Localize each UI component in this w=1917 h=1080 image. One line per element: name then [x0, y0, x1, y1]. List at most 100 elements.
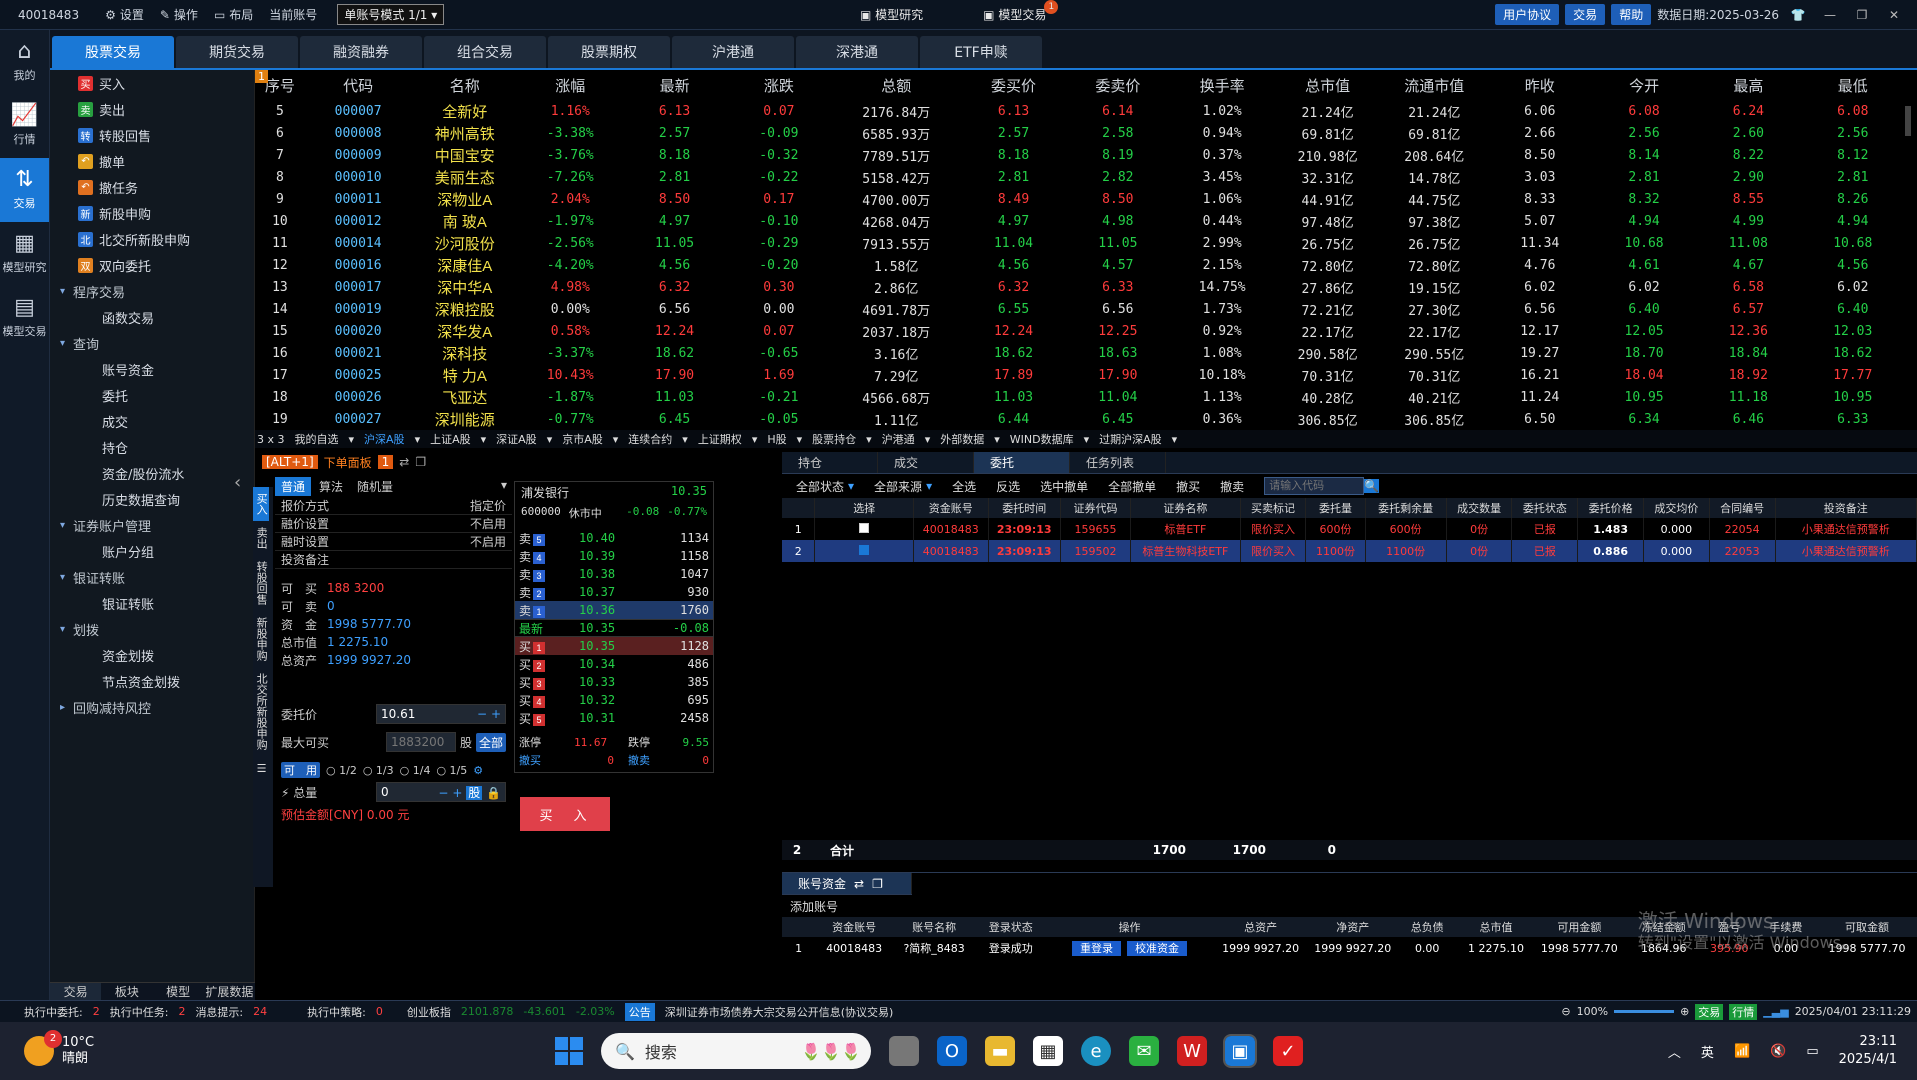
zoom-in-icon[interactable]: ⊕: [1680, 1005, 1689, 1018]
account-header-cell[interactable]: [782, 917, 816, 937]
tree-subitem[interactable]: 成交: [50, 408, 254, 434]
ask-level[interactable]: 卖 2 10.37 930: [515, 583, 713, 601]
tab-etf[interactable]: ETF申赎: [920, 36, 1042, 68]
nav-model-research[interactable]: ▦ 模型研究: [0, 222, 49, 286]
store-icon[interactable]: ▦: [1033, 1036, 1063, 1066]
quote-header-cell[interactable]: 最低: [1801, 70, 1905, 100]
menu-icon[interactable]: ☰: [253, 756, 269, 781]
quote-category-tab[interactable]: 沪港通: [882, 431, 915, 447]
order-cell[interactable]: [814, 518, 915, 540]
outlook-icon[interactable]: O: [937, 1036, 967, 1066]
quote-row[interactable]: 15 000020 深华发A 0.58% 12.24 0.07 2037.18万 12.24 1…: [255, 320, 1905, 342]
tab-futures[interactable]: 期货交易: [176, 36, 298, 68]
tree-bottom-tab[interactable]: 交易: [50, 983, 102, 1000]
orders-toolbar-item[interactable]: 全选: [952, 478, 976, 495]
settings-menu[interactable]: ⚙ 设置: [105, 6, 144, 23]
dropdown-icon[interactable]: ▾: [613, 433, 619, 446]
notice-text[interactable]: 深圳证券市场债券大宗交易公开信息(协议交易): [665, 1004, 894, 1020]
tab-sh-hk[interactable]: 沪港通: [672, 36, 794, 68]
red-app-icon[interactable]: ✓: [1273, 1036, 1303, 1066]
popout-icon[interactable]: ❐: [872, 877, 883, 891]
quote-header-cell[interactable]: 换手率: [1170, 70, 1274, 100]
account-header-cell[interactable]: 操作: [1046, 917, 1213, 937]
relogin-button[interactable]: 重登录: [1072, 941, 1122, 956]
dropdown-icon[interactable]: ▾: [797, 433, 803, 446]
ask-level[interactable]: 卖 1 10.36 1760: [515, 601, 713, 619]
minus-icon[interactable]: −: [438, 786, 448, 800]
setting-row[interactable]: 投资备注: [275, 551, 512, 569]
quote-header-cell[interactable]: 流通市值: [1381, 70, 1488, 100]
ratio-option[interactable]: ○ 1/4: [400, 764, 431, 777]
dropdown-icon[interactable]: ▾: [481, 433, 487, 446]
quote-header-cell[interactable]: 今开: [1592, 70, 1696, 100]
quote-row[interactable]: 6 000008 神州高铁 -3.38% 2.57 -0.09 6585.93万 2.57 2.…: [255, 122, 1905, 144]
ratio-option[interactable]: ○ 1/5: [436, 764, 467, 777]
orders-tab[interactable]: 委托: [974, 452, 1070, 473]
account-header-cell[interactable]: 登录状态: [975, 917, 1047, 937]
tree-item[interactable]: ↶ 撤任务: [50, 174, 254, 200]
bid-level[interactable]: 买 2 10.34 486: [515, 655, 713, 673]
checkbox-icon[interactable]: [859, 522, 870, 533]
battery-icon[interactable]: ▭: [1806, 1044, 1818, 1059]
nav-trade[interactable]: ⇅ 交易: [0, 158, 49, 222]
restore-icon[interactable]: ❐: [1849, 8, 1875, 22]
tree-subitem[interactable]: 资金/股份流水: [50, 460, 254, 486]
tree-group[interactable]: ▾ 划拨: [50, 616, 254, 642]
account-mode-select[interactable]: 单账号模式 1/1 ▾: [337, 4, 445, 25]
tree-item[interactable]: 北北交所新股申购: [50, 226, 254, 252]
nav-quote[interactable]: 📈 行情: [0, 94, 49, 158]
file-explorer-icon[interactable]: ▬: [985, 1036, 1015, 1066]
clock[interactable]: 23:11 2025/4/1: [1839, 1033, 1897, 1069]
tab-sz-hk[interactable]: 深港通: [796, 36, 918, 68]
quote-category-tab[interactable]: 沪深A股: [364, 431, 405, 447]
msg-label[interactable]: 消息提示:: [195, 1004, 243, 1020]
tree-bottom-tab[interactable]: 扩展数据: [204, 983, 255, 1000]
quote-row[interactable]: 19 000027 深圳能源 -0.77% 6.45 -0.05 1.11亿 6.44 6.45…: [255, 408, 1905, 430]
tree-subitem[interactable]: 银证转账: [50, 590, 254, 616]
order-cell[interactable]: [814, 540, 915, 562]
tab-options[interactable]: 股票期权: [548, 36, 670, 68]
dropdown-icon[interactable]: ▾: [415, 433, 421, 446]
order-row[interactable]: 2 40018483 23:09:13 159502 标普生物科技ETF 限价买入 1100…: [782, 540, 1917, 562]
orders-toolbar-item[interactable]: 选中撤单: [1040, 478, 1088, 495]
quote-header-cell[interactable]: 最高: [1696, 70, 1800, 100]
quote-category-tab[interactable]: 连续合约: [628, 431, 672, 447]
orders-header-cell[interactable]: 委托剩余量: [1365, 498, 1447, 518]
account-header-cell[interactable]: 总市值: [1457, 917, 1535, 937]
tree-bottom-tab[interactable]: 模型: [153, 983, 204, 1000]
ask-level[interactable]: 卖 5 10.40 1134: [515, 529, 713, 547]
bid-level[interactable]: 买 1 10.35 1128: [515, 637, 713, 655]
quote-header-cell[interactable]: 涨跌: [727, 70, 831, 100]
quote-header-cell[interactable]: 名称: [411, 70, 518, 100]
wechat-icon[interactable]: ✉: [1129, 1036, 1159, 1066]
ime-indicator[interactable]: 英: [1701, 1042, 1714, 1061]
quote-row[interactable]: 16 000021 深科技 -3.37% 18.62 -0.65 3.16亿 18.62 18.…: [255, 342, 1905, 364]
quote-category-tab[interactable]: WIND数据库: [1010, 431, 1074, 447]
quote-row[interactable]: 8 000010 美丽生态 -7.26% 2.81 -0.22 5158.42万 2.81 2.…: [255, 166, 1905, 188]
quote-row[interactable]: 9 000011 深物业A 2.04% 8.50 0.17 4700.00万 8.49 8.50…: [255, 188, 1905, 210]
account-header-cell[interactable]: 账号名称: [893, 917, 976, 937]
orders-header-cell[interactable]: 委托量: [1305, 498, 1366, 518]
tree-group[interactable]: ▸ 回购减持风控: [50, 694, 254, 720]
tree-subitem[interactable]: 委托: [50, 382, 254, 408]
orders-toolbar-item[interactable]: 反选: [996, 478, 1020, 495]
nav-my[interactable]: ⌂ 我的: [0, 30, 49, 94]
trade-button[interactable]: 交易: [1565, 4, 1606, 25]
tree-subitem[interactable]: 函数交易: [50, 304, 254, 330]
help-button[interactable]: 帮助: [1611, 4, 1652, 25]
tree-item[interactable]: ↶ 撤单: [50, 148, 254, 174]
tree-subitem[interactable]: 账号资金: [50, 356, 254, 382]
nav-model-trade[interactable]: ▤ 模型交易: [0, 286, 49, 350]
orders-header-cell[interactable]: 资金账号: [913, 498, 989, 518]
plus-icon[interactable]: +: [452, 786, 462, 800]
quote-category-tab[interactable]: 上证期权: [698, 431, 742, 447]
orders-header-cell[interactable]: 成交数量: [1446, 498, 1513, 518]
available-button[interactable]: 可 用: [281, 762, 320, 778]
calibrate-funds-button[interactable]: 校准资金: [1127, 941, 1188, 956]
tree-item[interactable]: 买买入: [50, 70, 254, 96]
quote-category-tab[interactable]: 深证A股: [496, 431, 537, 447]
edge-icon[interactable]: e: [1081, 1036, 1111, 1066]
ask-level[interactable]: 卖 3 10.38 1047: [515, 565, 713, 583]
code-search-input[interactable]: [1264, 477, 1365, 495]
orders-header-cell[interactable]: 委托价格: [1577, 498, 1644, 518]
